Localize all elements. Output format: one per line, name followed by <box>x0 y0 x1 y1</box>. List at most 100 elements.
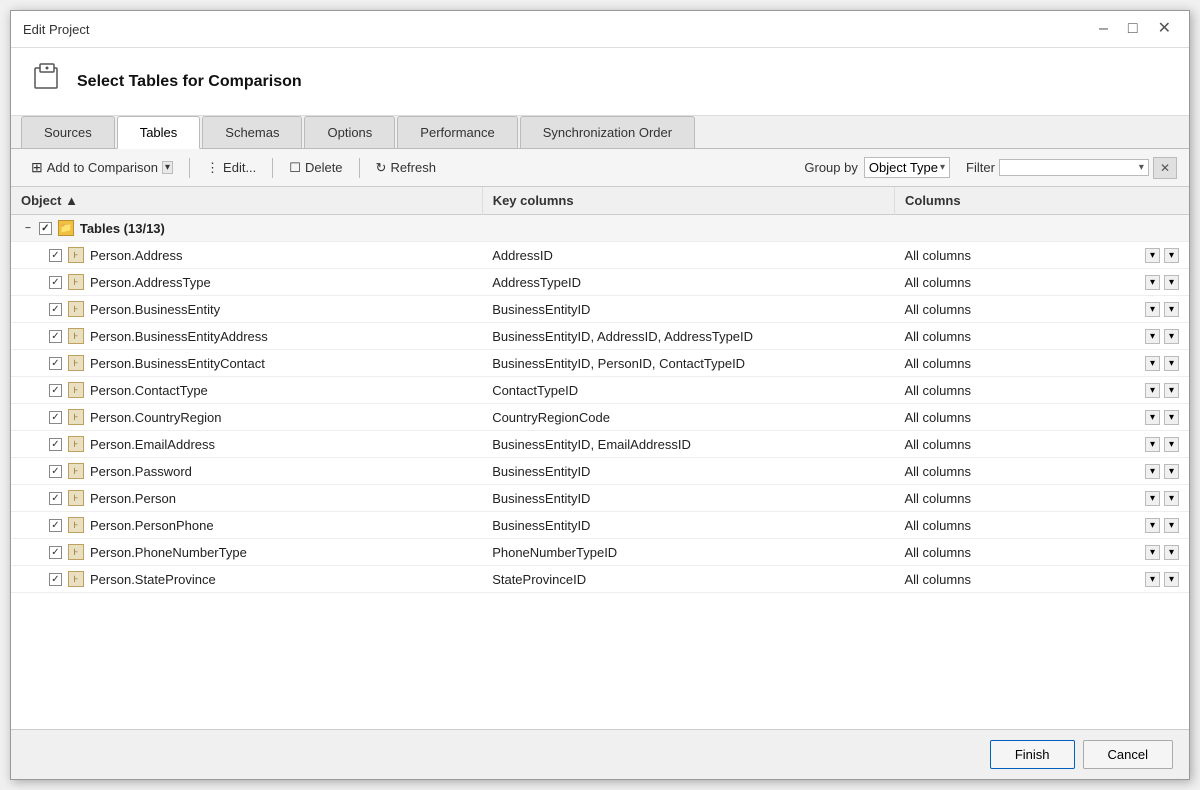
row-checkbox-4[interactable] <box>49 357 62 370</box>
close-button[interactable]: ✕ <box>1152 19 1177 39</box>
row-checkbox-2[interactable] <box>49 303 62 316</box>
columns-expand-arrow-1[interactable]: ▾ <box>1164 275 1179 290</box>
columns-expand-arrow-3[interactable]: ▾ <box>1164 329 1179 344</box>
table-row: ⊦ Person.Person BusinessEntityID All col… <box>11 485 1189 512</box>
columns-dropdown-arrow-5[interactable]: ▾ <box>1145 383 1160 398</box>
table-row: ⊦ Person.PersonPhone BusinessEntityID Al… <box>11 512 1189 539</box>
edit-button[interactable]: ⋮ Edit... <box>198 156 264 180</box>
columns-dropdown-arrow-0[interactable]: ▾ <box>1145 248 1160 263</box>
separator-3 <box>359 158 360 178</box>
title-bar-controls: ‒ □ ✕ <box>1093 19 1177 39</box>
columns-dropdown-arrow-12[interactable]: ▾ <box>1145 572 1160 587</box>
columns-expand-arrow-12[interactable]: ▾ <box>1164 572 1179 587</box>
tab-performance[interactable]: Performance <box>397 116 517 148</box>
dialog-title: Edit Project <box>23 22 89 37</box>
tab-synchronization-order[interactable]: Synchronization Order <box>520 116 695 148</box>
delete-button[interactable]: ☐ Delete <box>281 156 350 180</box>
row-checkbox-11[interactable] <box>49 546 62 559</box>
row-checkbox-8[interactable] <box>49 465 62 478</box>
separator-1 <box>189 158 190 178</box>
row-checkbox-0[interactable] <box>49 249 62 262</box>
delete-icon: ☐ <box>289 160 301 176</box>
tab-options[interactable]: Options <box>304 116 395 148</box>
refresh-icon: ↻ <box>376 160 387 176</box>
filter-section: Filter ▾ ✕ <box>966 157 1177 179</box>
columns-expand-arrow-7[interactable]: ▾ <box>1164 437 1179 452</box>
header-section: Select Tables for Comparison <box>11 48 1189 116</box>
columns-dropdown-arrow-7[interactable]: ▾ <box>1145 437 1160 452</box>
table-row: ⊦ Person.AddressType AddressTypeID All c… <box>11 269 1189 296</box>
add-dropdown-arrow[interactable]: ▾ <box>162 161 173 174</box>
table-container[interactable]: Object ▲ Key columns Columns <box>11 187 1189 729</box>
columns-dropdown-arrow-11[interactable]: ▾ <box>1145 545 1160 560</box>
edit-project-dialog: Edit Project ‒ □ ✕ Select Tables for Com… <box>10 10 1190 780</box>
row-checkbox-9[interactable] <box>49 492 62 505</box>
tab-tables[interactable]: Tables <box>117 116 201 149</box>
tab-schemas[interactable]: Schemas <box>202 116 302 148</box>
table-row: ⊦ Person.BusinessEntityAddress BusinessE… <box>11 323 1189 350</box>
row-checkbox-7[interactable] <box>49 438 62 451</box>
finish-button[interactable]: Finish <box>990 740 1075 769</box>
row-checkbox-5[interactable] <box>49 384 62 397</box>
columns-dropdown-arrow-6[interactable]: ▾ <box>1145 410 1160 425</box>
table-icon: ⊦ <box>68 436 84 452</box>
group-row-tables: − 📁 Tables (13/13) <box>11 215 1189 242</box>
table-icon: ⊦ <box>68 409 84 425</box>
columns-expand-arrow-2[interactable]: ▾ <box>1164 302 1179 317</box>
add-icon: ⊞ <box>31 159 43 176</box>
filter-arrow: ▾ <box>1139 162 1144 173</box>
project-icon <box>31 62 63 101</box>
table-row: ⊦ Person.Password BusinessEntityID All c… <box>11 458 1189 485</box>
columns-expand-arrow-0[interactable]: ▾ <box>1164 248 1179 263</box>
columns-expand-arrow-5[interactable]: ▾ <box>1164 383 1179 398</box>
maximize-button[interactable]: □ <box>1122 19 1144 39</box>
columns-dropdown-arrow-10[interactable]: ▾ <box>1145 518 1160 533</box>
title-bar: Edit Project ‒ □ ✕ <box>11 11 1189 48</box>
group-by-label: Group by <box>804 160 857 175</box>
columns-dropdown-arrow-1[interactable]: ▾ <box>1145 275 1160 290</box>
toolbar: ⊞ Add to Comparison ▾ ⋮ Edit... ☐ Delete… <box>11 149 1189 187</box>
tab-sources[interactable]: Sources <box>21 116 115 148</box>
columns-expand-arrow-6[interactable]: ▾ <box>1164 410 1179 425</box>
row-checkbox-10[interactable] <box>49 519 62 532</box>
cancel-button[interactable]: Cancel <box>1083 740 1173 769</box>
columns-expand-arrow-10[interactable]: ▾ <box>1164 518 1179 533</box>
group-checkbox[interactable] <box>39 222 52 235</box>
columns-dropdown-arrow-4[interactable]: ▾ <box>1145 356 1160 371</box>
table-icon: ⊦ <box>68 490 84 506</box>
row-checkbox-3[interactable] <box>49 330 62 343</box>
row-checkbox-1[interactable] <box>49 276 62 289</box>
separator-2 <box>272 158 273 178</box>
table-icon: ⊦ <box>68 301 84 317</box>
columns-dropdown-arrow-9[interactable]: ▾ <box>1145 491 1160 506</box>
footer: Finish Cancel <box>11 729 1189 779</box>
columns-dropdown-arrow-2[interactable]: ▾ <box>1145 302 1160 317</box>
table-icon: ⊦ <box>68 274 84 290</box>
columns-dropdown-arrow-8[interactable]: ▾ <box>1145 464 1160 479</box>
columns-dropdown-arrow-3[interactable]: ▾ <box>1145 329 1160 344</box>
group-by-arrow: ▾ <box>940 162 945 173</box>
row-checkbox-6[interactable] <box>49 411 62 424</box>
add-to-comparison-button[interactable]: ⊞ Add to Comparison ▾ <box>23 155 181 180</box>
filter-input[interactable]: ▾ <box>999 159 1149 176</box>
edit-icon: ⋮ <box>206 160 219 176</box>
table-icon: ⊦ <box>68 328 84 344</box>
group-by-select[interactable]: Object Type ▾ <box>864 157 950 178</box>
columns-expand-arrow-9[interactable]: ▾ <box>1164 491 1179 506</box>
columns-expand-arrow-8[interactable]: ▾ <box>1164 464 1179 479</box>
sort-arrow-icon: ▲ <box>65 193 78 208</box>
table-row: ⊦ Person.Address AddressID All columns ▾… <box>11 242 1189 269</box>
table-icon: ⊦ <box>68 382 84 398</box>
row-checkbox-12[interactable] <box>49 573 62 586</box>
columns-expand-arrow-11[interactable]: ▾ <box>1164 545 1179 560</box>
table-icon: ⊦ <box>68 247 84 263</box>
minimize-button[interactable]: ‒ <box>1093 19 1114 39</box>
group-collapse-button[interactable]: − <box>25 223 31 234</box>
filter-clear-button[interactable]: ✕ <box>1153 157 1177 179</box>
refresh-button[interactable]: ↻ Refresh <box>368 156 444 180</box>
tabs-bar: Sources Tables Schemas Options Performan… <box>11 116 1189 149</box>
main-content: Object ▲ Key columns Columns <box>11 187 1189 729</box>
header-title: Select Tables for Comparison <box>77 73 302 91</box>
table-row: ⊦ Person.BusinessEntityContact BusinessE… <box>11 350 1189 377</box>
columns-expand-arrow-4[interactable]: ▾ <box>1164 356 1179 371</box>
